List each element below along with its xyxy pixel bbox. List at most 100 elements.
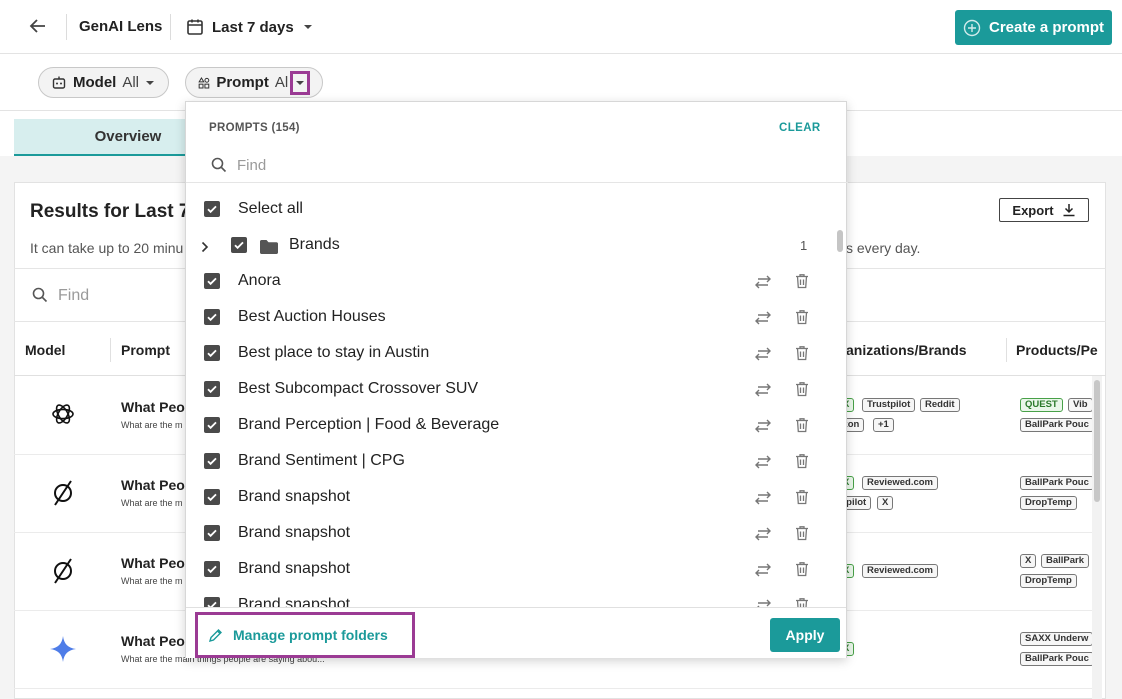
prompt-item[interactable]: Anora [186, 264, 832, 300]
product-tag[interactable]: DropTemp [1020, 496, 1077, 510]
folder-row-brands[interactable]: Brands 1 [186, 228, 832, 264]
checkbox-checked[interactable] [204, 381, 220, 397]
model-filter-chip[interactable]: Model All [38, 67, 169, 98]
dropdown-scrollbar-thumb[interactable] [837, 230, 843, 252]
brand-tag[interactable]: Reviewed.com [862, 476, 938, 490]
plus-circle-icon [963, 19, 981, 36]
results-note-end: s every day. [846, 240, 921, 256]
checkbox-checked[interactable] [204, 417, 220, 433]
move-arrows-icon[interactable] [754, 275, 772, 294]
column-separator [110, 338, 111, 362]
brand-tag[interactable]: Trustpilot [862, 398, 916, 412]
prompt-item[interactable]: Brand Sentiment | CPG [186, 444, 832, 480]
create-prompt-label: Create a prompt [988, 19, 1105, 36]
perplexity-icon [49, 479, 77, 507]
trash-icon[interactable] [795, 273, 809, 294]
row-title: What Peo [121, 399, 185, 415]
select-all-row[interactable]: Select all [186, 192, 832, 228]
prompt-filter-chip[interactable]: Prompt Al [185, 67, 323, 98]
prompt-item[interactable]: Brand Perception | Food & Beverage [186, 408, 832, 444]
move-arrows-icon[interactable] [754, 527, 772, 546]
export-button[interactable]: Export [999, 198, 1089, 222]
table-scrollbar-thumb[interactable] [1094, 380, 1100, 502]
brand-tag[interactable]: X [877, 496, 894, 510]
prompt-item-label: Brand Sentiment | CPG [238, 452, 405, 469]
prompt-filter-toggle[interactable] [290, 70, 310, 95]
results-search-placeholder: Find [58, 287, 90, 304]
move-arrows-icon[interactable] [754, 311, 772, 330]
product-tag[interactable]: Vib [1068, 398, 1093, 412]
row-subtitle: What are the m [121, 420, 183, 430]
product-tag[interactable]: X [1020, 554, 1037, 568]
column-header-organizations: anizations/Brands [846, 342, 967, 358]
column-separator [1006, 338, 1007, 362]
caret-down-icon [303, 25, 312, 29]
checkbox-checked[interactable] [204, 345, 220, 361]
row-title: What Peo [121, 477, 185, 493]
column-header-model: Model [25, 342, 66, 358]
prompt-item-label: Brand snapshot [238, 488, 351, 505]
brand-tag[interactable]: +1 [873, 418, 894, 432]
caret-down-icon [296, 80, 305, 85]
prompt-item[interactable]: Brand snapshot [186, 480, 832, 516]
move-arrows-icon[interactable] [754, 383, 772, 402]
checkbox-checked[interactable] [204, 453, 220, 469]
move-arrows-icon[interactable] [754, 419, 772, 438]
move-arrows-icon[interactable] [754, 347, 772, 366]
prompt-search[interactable]: Find [186, 146, 848, 183]
brand-tag[interactable]: Reviewed.com [862, 564, 938, 578]
calendar-icon [187, 19, 203, 35]
trash-icon[interactable] [795, 309, 809, 330]
manage-prompt-folders-link[interactable]: Manage prompt folders [195, 612, 415, 658]
product-tag[interactable]: BallPark Pouc [1020, 476, 1094, 490]
trash-icon[interactable] [795, 381, 809, 402]
prompt-item[interactable]: Best place to stay in Austin [186, 336, 832, 372]
results-note: It can take up to 20 minu [30, 240, 184, 256]
apply-button[interactable]: Apply [770, 618, 840, 652]
trash-icon[interactable] [795, 561, 809, 582]
prompt-item[interactable]: Brand snapshot [186, 516, 832, 552]
trash-icon[interactable] [795, 489, 809, 510]
trash-icon[interactable] [795, 345, 809, 366]
prompt-item[interactable]: Brand snapshot [186, 552, 832, 588]
move-arrows-icon[interactable] [754, 491, 772, 510]
product-tag[interactable]: BallPark Pouc [1020, 418, 1094, 432]
trash-icon[interactable] [795, 597, 809, 607]
create-prompt-button[interactable]: Create a prompt [955, 10, 1112, 45]
prompt-item[interactable]: Brand snapshot [186, 588, 832, 607]
checkbox-checked[interactable] [204, 597, 220, 607]
checkbox-checked[interactable] [204, 525, 220, 541]
prompt-item[interactable]: Best Subcompact Crossover SUV [186, 372, 832, 408]
back-button[interactable] [28, 16, 52, 38]
brand-tag[interactable]: Reddit [920, 398, 960, 412]
product-tag[interactable]: BallPark Pouc [1020, 652, 1094, 666]
clear-button[interactable]: CLEAR [779, 122, 821, 134]
trash-icon[interactable] [795, 525, 809, 546]
chevron-right-icon[interactable] [200, 240, 210, 258]
folder-label: Brands [289, 236, 340, 253]
checkbox-checked[interactable] [204, 561, 220, 577]
product-tag[interactable]: QUEST [1020, 398, 1063, 412]
checkbox-checked[interactable] [204, 309, 220, 325]
checkbox-checked[interactable] [231, 237, 247, 253]
move-arrows-icon[interactable] [754, 599, 772, 607]
move-arrows-icon[interactable] [754, 563, 772, 582]
date-range-picker[interactable]: Last 7 days [186, 16, 314, 38]
product-tag[interactable]: DropTemp [1020, 574, 1077, 588]
prompt-item-label: Best place to stay in Austin [238, 344, 430, 361]
divider [66, 14, 67, 40]
product-tag[interactable]: BallPark [1041, 554, 1090, 568]
prompt-item[interactable]: Best Auction Houses [186, 300, 832, 336]
folder-count: 1 [800, 238, 808, 253]
trash-icon[interactable] [795, 453, 809, 474]
checkbox-checked[interactable] [204, 489, 220, 505]
column-header-products: Products/Pe [1016, 342, 1098, 358]
row-divider [14, 688, 1094, 689]
download-icon [1063, 204, 1075, 217]
move-arrows-icon[interactable] [754, 455, 772, 474]
checkbox-checked[interactable] [204, 273, 220, 289]
checkbox-checked[interactable] [204, 201, 220, 217]
app-title: GenAI Lens [79, 18, 163, 35]
trash-icon[interactable] [795, 417, 809, 438]
product-tag[interactable]: SAXX Underw [1020, 632, 1094, 646]
